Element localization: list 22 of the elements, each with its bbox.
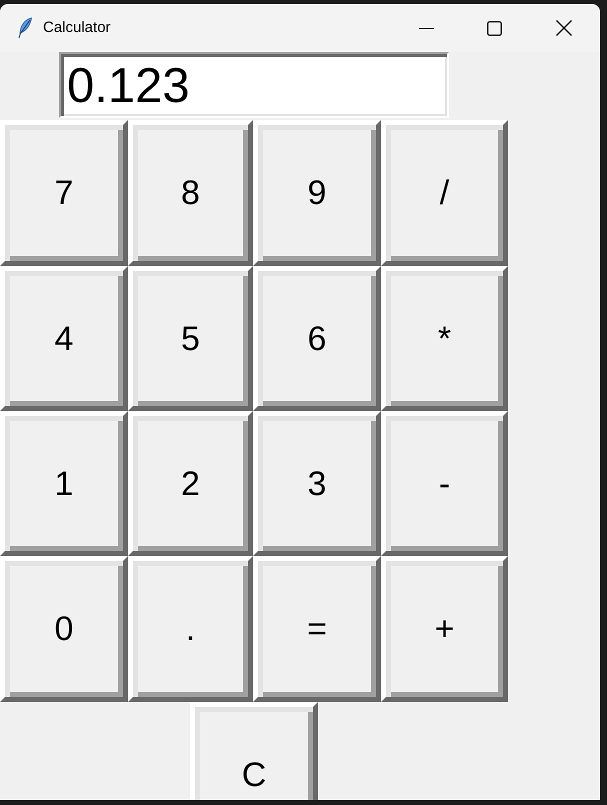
key-button[interactable]: - [381, 411, 508, 556]
key-button[interactable]: 9 [253, 120, 381, 266]
key-button[interactable]: 3 [253, 411, 381, 556]
key-button[interactable]: 0 [0, 556, 128, 702]
window-title: Calculator [43, 18, 111, 38]
key-button[interactable]: . [128, 556, 253, 702]
key-button[interactable]: C [190, 702, 318, 800]
key-button[interactable]: 8 [128, 120, 253, 266]
key-button[interactable]: 5 [128, 266, 253, 411]
key-button[interactable]: 1 [0, 411, 128, 556]
key-button[interactable]: / [381, 120, 508, 266]
close-icon [556, 20, 572, 36]
key-button[interactable]: 2 [128, 411, 253, 556]
key-button[interactable]: 4 [0, 266, 128, 411]
key-button[interactable]: + [381, 556, 508, 702]
display-field[interactable]: 0.123 [59, 52, 449, 118]
maximize-icon [486, 20, 502, 36]
key-button[interactable]: * [381, 266, 508, 411]
key-button[interactable]: 7 [0, 120, 128, 266]
key-button[interactable]: = [253, 556, 381, 702]
feather-icon [17, 17, 33, 39]
key-button[interactable]: 6 [253, 266, 381, 411]
